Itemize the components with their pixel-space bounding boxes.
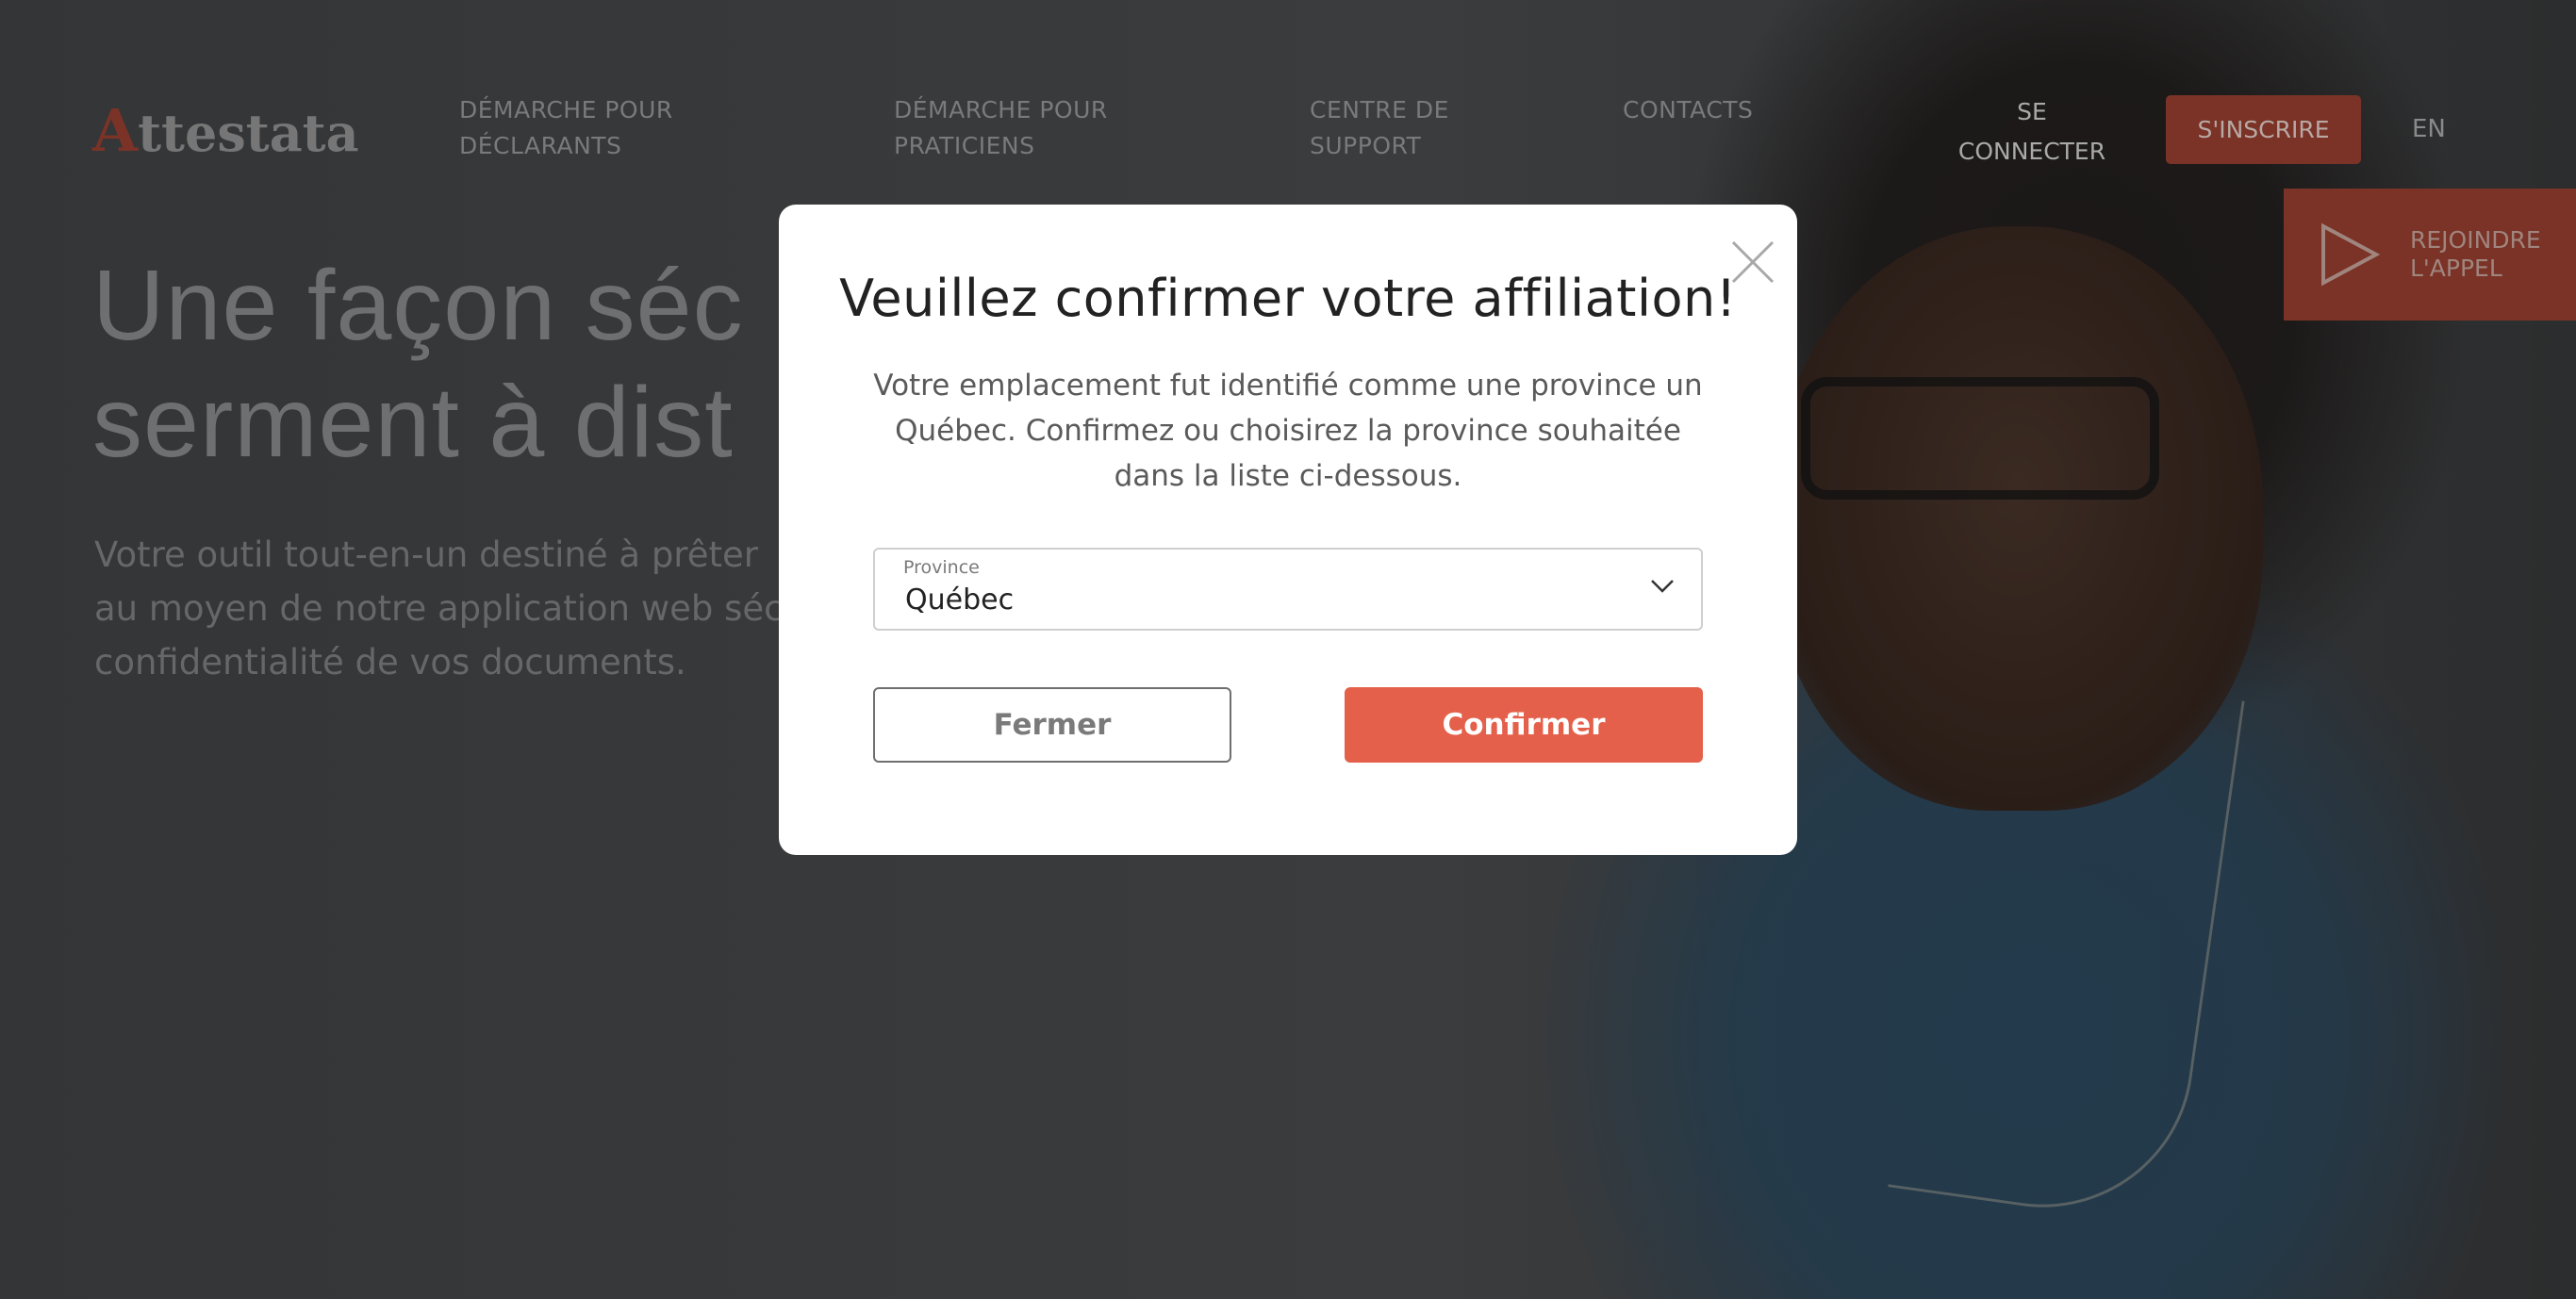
modal-description: Votre emplacement fut identifié comme un… [873, 363, 1703, 499]
join-call-line2: L'APPEL [2410, 255, 2502, 282]
nav-label-line1: CENTRE DE [1310, 96, 1449, 123]
join-call-banner[interactable]: REJOINDRE L'APPEL [2284, 189, 2576, 321]
login-label-line2: CONNECTER [1957, 138, 2106, 165]
modal-description-line1: Votre emplacement fut identifié comme un… [873, 369, 1703, 403]
logo-initial: A [92, 96, 139, 165]
logo-text: ttestata [138, 103, 359, 163]
province-select[interactable]: Province Québec [873, 548, 1703, 631]
modal-title: Veuillez confirmer votre affiliation! [839, 269, 1737, 328]
chevron-down-icon [1651, 580, 1674, 593]
login-link[interactable]: SE CONNECTER [1914, 92, 2150, 172]
nav-label-line1: CONTACTS [1623, 96, 1754, 123]
site-logo[interactable]: Attestata [92, 96, 359, 165]
nav-item-support[interactable]: CENTRE DE SUPPORT [1310, 92, 1449, 164]
play-icon [2321, 222, 2380, 287]
nav-item-contacts[interactable]: CONTACTS [1623, 92, 1753, 128]
nav-label-line2: SUPPORT [1310, 132, 1422, 159]
language-switch[interactable]: EN [2412, 115, 2446, 143]
confirmer-button[interactable]: Confirmer [1345, 687, 1703, 763]
province-confirmation-modal: Veuillez confirmer votre affiliation! Vo… [779, 205, 1797, 855]
person-glasses [1801, 377, 2159, 500]
province-select-value: Québec [905, 584, 1015, 617]
nav-label-line2: DÉCLARANTS [459, 132, 622, 159]
modal-description-line3: dans la liste ci-dessous. [1114, 459, 1462, 493]
nav-label-line1: DÉMARCHE POUR [894, 96, 1108, 123]
nav-item-declarants[interactable]: DÉMARCHE POUR DÉCLARANTS [459, 92, 673, 164]
login-label-line1: SE [2017, 98, 2047, 125]
join-call-line1: REJOINDRE [2410, 226, 2541, 254]
province-select-label: Province [903, 557, 980, 578]
nav-label-line2: PRATICIENS [894, 132, 1035, 159]
modal-description-line2: Québec. Confirmez ou choisirez la provin… [895, 414, 1681, 448]
join-call-label: REJOINDRE L'APPEL [2410, 226, 2541, 283]
nav-label-line1: DÉMARCHE POUR [459, 96, 673, 123]
signup-button[interactable]: S'INSCRIRE [2166, 95, 2361, 164]
fermer-button[interactable]: Fermer [873, 687, 1231, 763]
nav-item-praticiens[interactable]: DÉMARCHE POUR PRATICIENS [894, 92, 1108, 164]
